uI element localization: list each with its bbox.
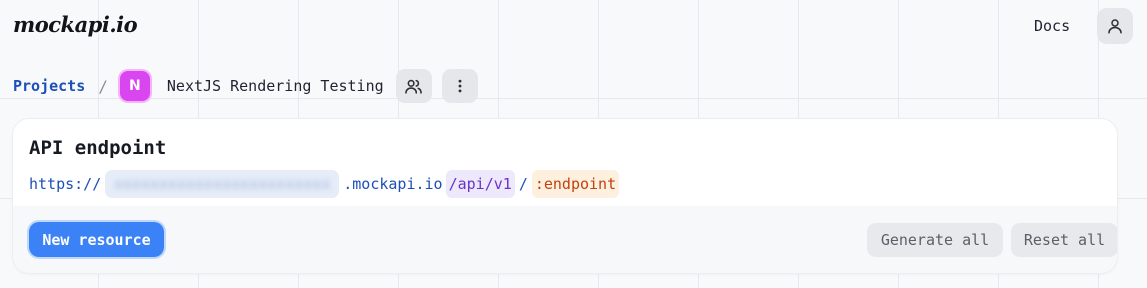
- project-name: NextJS Rendering Testing: [166, 77, 384, 95]
- new-resource-button[interactable]: New resource: [29, 222, 164, 257]
- project-more-button[interactable]: [441, 69, 478, 103]
- url-host-text: xxxxxxxxxxxxxxxxxxxxxxxx: [113, 175, 331, 193]
- project-members-button[interactable]: [395, 69, 432, 103]
- breadcrumb: Projects / N NextJS Rendering Testing: [13, 68, 478, 104]
- url-domain: .mockapi.io: [343, 175, 443, 193]
- project-avatar[interactable]: N: [119, 71, 150, 101]
- logo[interactable]: mockapi.io: [13, 12, 138, 37]
- api-endpoint-card: API endpoint https:// xxxxxxxxxxxxxxxxxx…: [13, 119, 1117, 273]
- url-slash: /: [518, 175, 528, 193]
- reset-all-button[interactable]: Reset all: [1011, 223, 1117, 257]
- breadcrumb-separator: /: [98, 76, 108, 96]
- users-icon: [405, 79, 422, 94]
- user-icon: [1108, 19, 1122, 34]
- more-vertical-icon: [458, 79, 462, 93]
- card-title: API endpoint: [29, 137, 167, 159]
- card-footer: New resource Generate all Reset all: [13, 206, 1117, 273]
- url-path[interactable]: /api/v1: [445, 170, 515, 198]
- url-scheme: https://: [29, 175, 102, 193]
- url-host-redacted[interactable]: xxxxxxxxxxxxxxxxxxxxxxxx: [105, 170, 340, 198]
- url-endpoint-param[interactable]: :endpoint: [531, 170, 620, 198]
- breadcrumb-projects-link[interactable]: Projects: [13, 77, 85, 95]
- user-menu-button[interactable]: [1097, 8, 1133, 44]
- docs-link[interactable]: Docs: [1034, 17, 1070, 35]
- endpoint-url: https:// xxxxxxxxxxxxxxxxxxxxxxxx .mocka…: [29, 169, 620, 199]
- generate-all-button[interactable]: Generate all: [867, 223, 1003, 257]
- top-bar: mockapi.io Docs: [0, 0, 1147, 56]
